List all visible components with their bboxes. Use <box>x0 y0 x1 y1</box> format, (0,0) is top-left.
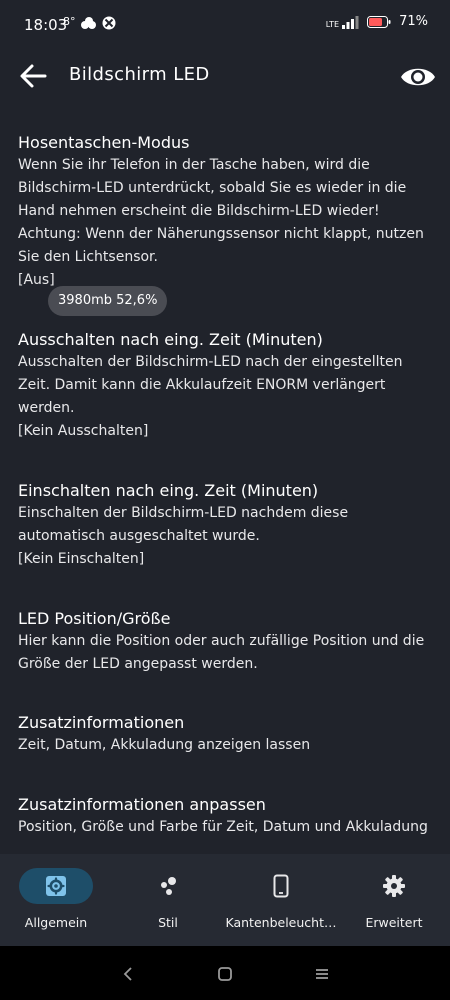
setting-value: [Kein Ausschalten] <box>18 423 149 439</box>
setting-pocket-mode[interactable]: Hosentaschen-Modus Wenn Sie ihr Telefon … <box>18 132 428 292</box>
setting-title: Einschalten nach eing. Zeit (Minuten) <box>18 481 319 500</box>
signal-icon <box>342 15 359 29</box>
battery-percent: 71% <box>399 14 428 29</box>
network-type: LTE <box>325 19 340 29</box>
back-nav-icon[interactable] <box>116 962 140 986</box>
status-time: 18:03 <box>24 16 68 34</box>
memory-toast: 3980mb 52,6% <box>48 286 168 316</box>
setting-value: [Kein Einschalten] <box>18 551 145 567</box>
setting-title: Zusatzinformationen anpassen <box>18 795 266 814</box>
setting-additional-info-customize[interactable]: Zusatzinformationen anpassen Position, G… <box>18 794 428 839</box>
tab-stil[interactable]: Stil <box>112 854 224 954</box>
tab-label: Stil <box>158 915 178 930</box>
setting-title: Zusatzinformationen <box>18 713 185 732</box>
home-nav-icon[interactable] <box>213 962 237 986</box>
status-right: LTE 71% <box>326 14 428 29</box>
tab-label: Kantenbeleucht… <box>225 915 337 930</box>
tab-label: Erweitert <box>365 915 423 930</box>
page-title: Bildschirm LED <box>69 64 210 85</box>
setting-led-position-size[interactable]: LED Position/Größe Hier kann die Positio… <box>18 608 428 676</box>
weather-cloud-icon <box>81 17 96 29</box>
setting-description: Hier kann die Position oder auch zufälli… <box>18 633 425 672</box>
notification-icons <box>80 16 116 30</box>
setting-title: LED Position/Größe <box>18 609 171 628</box>
setting-title: Ausschalten nach eing. Zeit (Minuten) <box>18 330 323 349</box>
setting-description: Wenn Sie ihr Telefon in der Tasche haben… <box>18 157 424 265</box>
xbox-icon <box>102 16 116 30</box>
tab-erweitert[interactable]: Erweitert <box>338 854 450 954</box>
system-navigation-bar <box>0 946 450 1000</box>
tab-kantenbeleuchtung[interactable]: Kantenbeleucht… <box>225 854 337 954</box>
tab-allgemein[interactable]: Allgemein <box>0 854 112 954</box>
phone-icon <box>273 874 289 898</box>
app-bar: Bildschirm LED <box>0 50 450 104</box>
bubbles-icon <box>161 877 176 895</box>
setting-turn-off-after-time[interactable]: Ausschalten nach eing. Zeit (Minuten) Au… <box>18 329 428 443</box>
setting-description: Einschalten der Bildschirm-LED nachdem d… <box>18 505 349 544</box>
status-bar: 18:03 8° LTE 71% <box>0 0 450 50</box>
arrow-back-icon[interactable] <box>17 60 49 92</box>
setting-description: Ausschalten der Bildschirm-LED nach der … <box>18 354 403 416</box>
recents-nav-icon[interactable] <box>310 962 334 986</box>
battery-icon <box>367 15 391 28</box>
settings-list: Hosentaschen-Modus Wenn Sie ihr Telefon … <box>0 104 450 854</box>
tab-label: Allgemein <box>24 915 88 930</box>
eye-icon[interactable] <box>400 59 436 95</box>
gear-icon <box>383 875 405 897</box>
setting-turn-on-after-time[interactable]: Einschalten nach eing. Zeit (Minuten) Ei… <box>18 480 428 571</box>
status-temperature: 8° <box>63 15 76 28</box>
settings-gear-box-icon <box>46 876 66 896</box>
signal-group: LTE <box>326 15 359 29</box>
setting-title: Hosentaschen-Modus <box>18 133 190 152</box>
setting-description: Position, Größe und Farbe für Zeit, Datu… <box>18 819 428 835</box>
setting-additional-info[interactable]: Zusatzinformationen Zeit, Datum, Akkulad… <box>18 712 428 757</box>
setting-description: Zeit, Datum, Akkuladung anzeigen lassen <box>18 737 311 753</box>
